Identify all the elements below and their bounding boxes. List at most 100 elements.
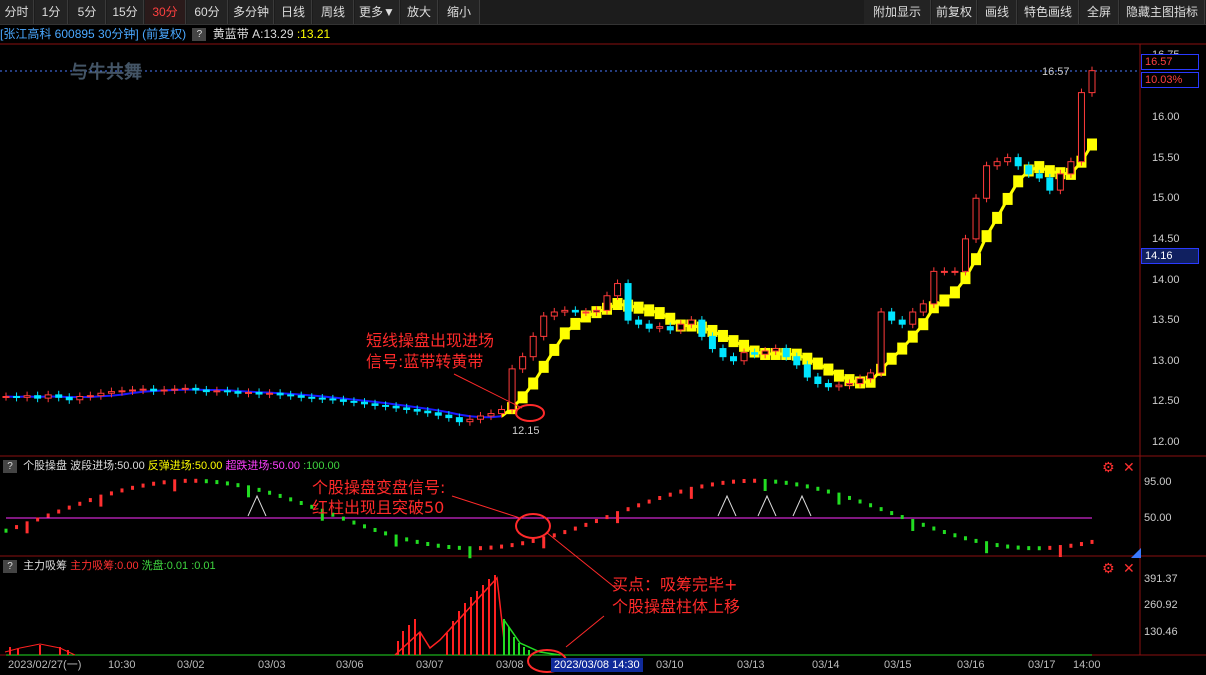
sub2-axis-3: 130.46	[1144, 626, 1178, 638]
sub1-bar	[457, 545, 461, 550]
sub1-bar	[521, 541, 525, 546]
candle-body	[961, 238, 969, 272]
candle-body	[150, 388, 158, 392]
band-segment	[438, 409, 450, 414]
candle-body	[666, 326, 674, 331]
time-tick-label: 2023/02/27(一)	[8, 659, 82, 671]
close-icon[interactable]: ✕	[1123, 560, 1135, 576]
candle-body	[13, 396, 21, 398]
sub2-s1: 主力吸筹:0.00	[70, 560, 139, 572]
candle-body	[392, 405, 400, 409]
candle-body	[845, 383, 853, 386]
candle-body	[86, 395, 94, 398]
sub1-bar	[995, 543, 999, 548]
candle-body	[529, 335, 537, 358]
candle-body	[614, 283, 622, 297]
price-tick-label: 13.00	[1152, 354, 1180, 367]
sub1-bar	[478, 546, 482, 551]
candle-body	[413, 409, 421, 412]
sub1-bar	[721, 480, 725, 485]
settings-gear-icon[interactable]: ⚙	[1102, 459, 1115, 475]
candle-body	[1035, 173, 1043, 179]
time-tick-label: 10:30	[108, 659, 136, 671]
sub1-bar	[1048, 545, 1052, 550]
candle-body	[371, 403, 379, 406]
candle-body	[951, 270, 959, 273]
candle-body	[297, 395, 305, 398]
sub1-bar	[257, 487, 261, 492]
band-segment	[395, 403, 407, 407]
candle-body	[719, 348, 727, 358]
candle-body	[571, 309, 579, 313]
sub1-bar	[131, 485, 135, 490]
sub1-bar	[700, 484, 704, 489]
sub1-bar	[774, 479, 778, 484]
candle-body	[466, 418, 474, 423]
band-segment	[459, 413, 471, 418]
sub1-bar	[753, 478, 757, 483]
cursor-time-label: 2023/03/08 14:30	[551, 658, 643, 672]
annotation-3-line2: 个股操盘柱体上移	[612, 597, 741, 616]
candle-body	[308, 396, 316, 399]
candle-body	[772, 348, 780, 352]
candle-body	[23, 395, 31, 398]
candle-body	[909, 311, 917, 325]
sub1-bar	[679, 489, 683, 494]
candle-body	[266, 392, 274, 395]
sub1-bar	[405, 537, 409, 542]
sub1-bar	[847, 495, 851, 500]
sub1-bar	[362, 524, 366, 529]
band-segment	[385, 402, 397, 406]
band-segment	[311, 394, 323, 398]
sub1-bar	[67, 505, 71, 510]
candle-body	[223, 390, 231, 393]
sub1-bar	[837, 492, 841, 505]
close-icon[interactable]: ✕	[1123, 459, 1135, 475]
candle-body	[972, 197, 980, 240]
candle-body	[803, 364, 811, 378]
candle-body	[192, 387, 200, 391]
help-icon[interactable]: ?	[3, 559, 17, 573]
sub1-bar	[1058, 545, 1062, 558]
candle-body	[983, 165, 991, 199]
candle-body	[603, 295, 611, 311]
sub1-axis-50: 50.00	[1144, 512, 1172, 524]
candle-body	[329, 398, 337, 401]
candle-body	[708, 335, 716, 350]
candle-body	[698, 319, 706, 337]
candle-body	[930, 270, 938, 305]
candle-body	[856, 378, 864, 384]
band-segment	[374, 400, 386, 405]
help-icon[interactable]: ?	[3, 459, 17, 473]
candle-body	[582, 311, 590, 314]
sub1-bar	[57, 509, 61, 514]
candle-body	[867, 372, 875, 380]
sub1-bar	[373, 527, 377, 532]
annotation-2-line2: 红柱出现且突破50	[312, 498, 445, 517]
sub1-bar	[552, 533, 556, 538]
price-tick-label: 14.50	[1152, 232, 1180, 245]
settings-gear-icon[interactable]: ⚙	[1102, 560, 1115, 576]
sub1-bar	[510, 543, 514, 548]
candle-body	[498, 409, 506, 415]
sub1-bar	[247, 485, 251, 498]
sub2-header: ? 主力吸筹 主力吸筹:0.00 洗盘:0.01 :0.01	[0, 558, 216, 574]
candle-body	[1077, 92, 1085, 163]
sub1-bar	[268, 490, 272, 495]
sub1-bar	[299, 501, 303, 506]
time-tick-label: 03/06	[336, 659, 364, 671]
sub1-bar	[826, 489, 830, 494]
candle-body	[550, 311, 558, 317]
candle-body	[360, 401, 368, 405]
candle-body	[339, 399, 347, 402]
price-box-percent: 10.03%	[1141, 72, 1199, 88]
annotation-1-line1: 短线操盘出现进场	[366, 331, 495, 350]
candle-body	[1088, 70, 1096, 94]
candle-body	[1025, 165, 1033, 175]
time-tick-label: 03/07	[416, 659, 444, 671]
sub1-triangle-marker	[757, 494, 777, 517]
sub1-s4: :100.00	[303, 460, 340, 472]
sub1-bar	[278, 493, 282, 498]
candle-body	[287, 394, 295, 397]
sub1-bar	[974, 538, 978, 543]
